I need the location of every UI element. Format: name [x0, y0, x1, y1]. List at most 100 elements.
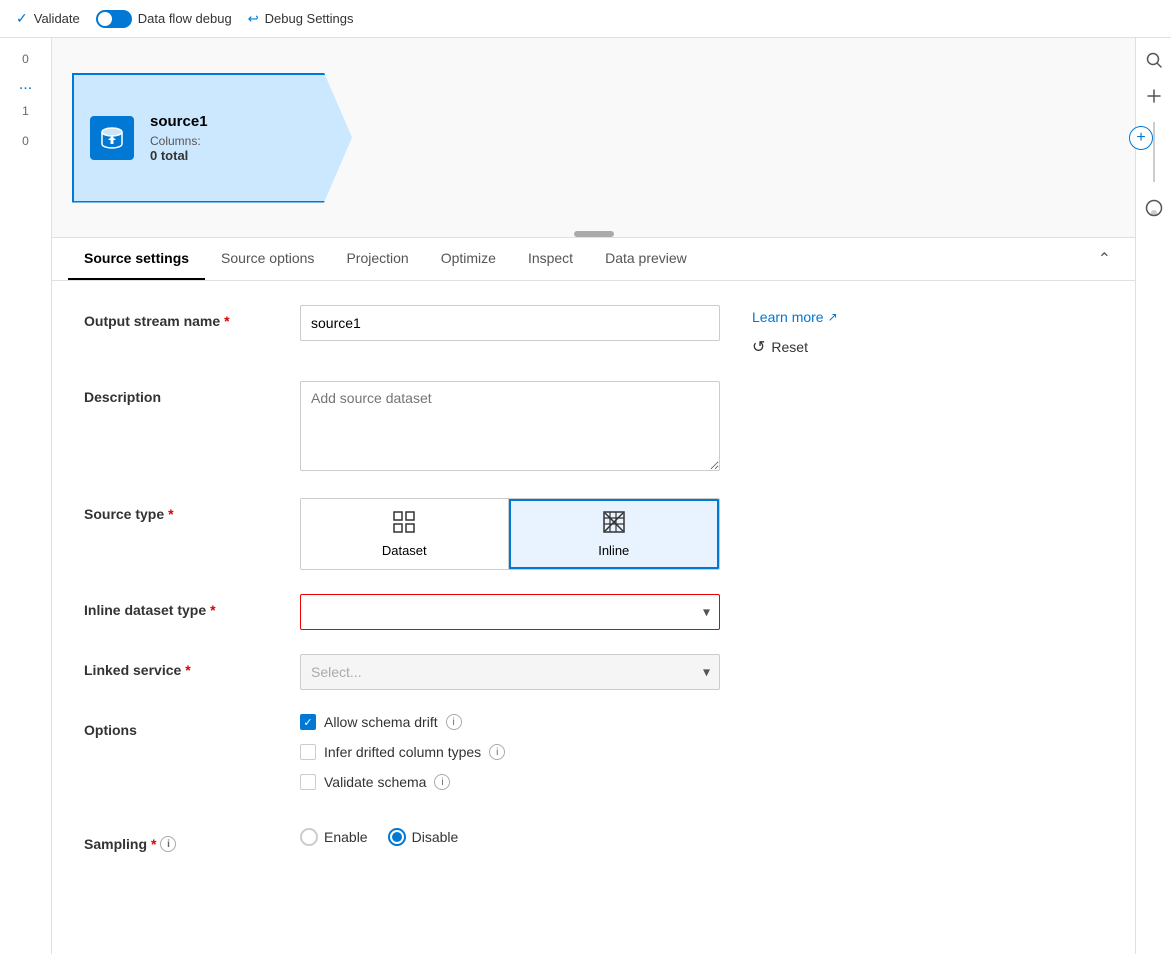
- disable-radio-row[interactable]: Disable: [388, 828, 459, 846]
- linked-service-wrapper: Select...: [300, 654, 720, 690]
- output-stream-input-area: [300, 305, 720, 341]
- allow-schema-drift-row: Allow schema drift i: [300, 714, 720, 730]
- tab-projection[interactable]: Projection: [330, 238, 424, 280]
- tab-optimize[interactable]: Optimize: [425, 238, 512, 280]
- output-stream-input[interactable]: [300, 305, 720, 341]
- source-node[interactable]: source1 Columns: 0 total +: [72, 73, 352, 203]
- validate-item[interactable]: ✓ Validate: [16, 10, 80, 27]
- enable-label: Enable: [324, 829, 368, 845]
- inline-btn[interactable]: Inline: [509, 499, 720, 569]
- disable-radio[interactable]: [388, 828, 406, 846]
- form-actions-top: Learn more ↗ ↺ Reset: [752, 305, 838, 357]
- allow-schema-drift-info-icon[interactable]: i: [446, 714, 462, 730]
- source-type-buttons: Dataset: [300, 498, 720, 570]
- node-shape: source1 Columns: 0 total: [72, 73, 352, 203]
- sidebar-dots[interactable]: ...: [19, 76, 32, 94]
- dataset-btn[interactable]: Dataset: [301, 499, 509, 569]
- options-label: Options: [84, 714, 284, 738]
- options-row: Options Allow schema drift i Infer drift…: [84, 714, 1103, 804]
- check-icon: ✓: [16, 10, 28, 27]
- source-type-label: Source type *: [84, 498, 284, 522]
- options-input-area: Allow schema drift i Infer drifted colum…: [300, 714, 720, 804]
- description-textarea[interactable]: [300, 381, 720, 471]
- required-star-4: *: [185, 662, 190, 678]
- sampling-input-area: Enable Disable: [300, 828, 720, 846]
- node-add-button[interactable]: +: [1129, 126, 1153, 150]
- collapse-chevron[interactable]: ⌃: [1090, 238, 1119, 280]
- linked-service-row: Linked service * Select...: [84, 654, 1103, 690]
- description-label: Description: [84, 381, 284, 405]
- right-panel: [1135, 38, 1171, 954]
- sampling-info-icon[interactable]: i: [160, 836, 176, 852]
- sampling-label: Sampling * i: [84, 828, 284, 852]
- description-input-area: [300, 381, 720, 474]
- debug-settings-item[interactable]: ↩ Debug Settings: [248, 11, 354, 27]
- infer-drifted-checkbox[interactable]: [300, 744, 316, 760]
- chevron-down-icon-btn[interactable]: [1140, 194, 1168, 222]
- flow-canvas: source1 Columns: 0 total +: [52, 38, 1135, 238]
- arrow-icon: ↩: [248, 11, 259, 27]
- reset-button[interactable]: ↺ Reset: [752, 337, 838, 357]
- sampling-radio-group: Enable Disable: [300, 828, 720, 846]
- right-panel-divider: [1153, 122, 1155, 182]
- collapse-bar[interactable]: [574, 231, 614, 237]
- inline-dataset-type-input-area: [300, 594, 720, 630]
- required-star-3: *: [210, 602, 215, 618]
- node-info: source1 Columns: 0 total: [150, 113, 336, 163]
- inline-dataset-type-select[interactable]: [300, 594, 720, 630]
- validate-label: Validate: [34, 11, 80, 26]
- tab-inspect[interactable]: Inspect: [512, 238, 589, 280]
- debug-settings-label: Debug Settings: [265, 11, 354, 26]
- node-icon: [90, 116, 134, 160]
- inline-dataset-type-wrapper: [300, 594, 720, 630]
- allow-schema-drift-label: Allow schema drift: [324, 714, 438, 730]
- sidebar-num-0b[interactable]: 0: [22, 128, 29, 154]
- sidebar-num-0[interactable]: 0: [22, 46, 29, 72]
- reset-icon: ↺: [752, 337, 765, 357]
- description-row: Description: [84, 381, 1103, 474]
- left-sidebar: 0 ... 1 0: [0, 38, 52, 954]
- source-type-row: Source type *: [84, 498, 1103, 570]
- search-icon-btn[interactable]: [1140, 46, 1168, 74]
- sidebar-num-1[interactable]: 1: [22, 98, 29, 124]
- inline-icon: [602, 510, 626, 537]
- form-body: Output stream name * Learn more ↗ ↺: [52, 281, 1135, 954]
- required-star-1: *: [224, 313, 229, 329]
- inline-dataset-type-row: Inline dataset type *: [84, 594, 1103, 630]
- sampling-row: Sampling * i Enable Disable: [84, 828, 1103, 852]
- debug-toggle[interactable]: [96, 10, 132, 28]
- linked-service-select[interactable]: Select...: [300, 654, 720, 690]
- dataset-grid-icon: [392, 510, 416, 537]
- output-stream-label: Output stream name *: [84, 305, 284, 329]
- output-stream-row: Output stream name * Learn more ↗ ↺: [84, 305, 1103, 357]
- tab-source-settings[interactable]: Source settings: [68, 238, 205, 280]
- source-type-input-area: Dataset: [300, 498, 720, 570]
- required-star-2: *: [168, 506, 173, 522]
- linked-service-input-area: Select...: [300, 654, 720, 690]
- infer-drifted-info-icon[interactable]: i: [489, 744, 505, 760]
- enable-radio[interactable]: [300, 828, 318, 846]
- enable-radio-row[interactable]: Enable: [300, 828, 368, 846]
- required-star-5: *: [151, 836, 156, 852]
- validate-schema-info-icon[interactable]: i: [434, 774, 450, 790]
- learn-more-link[interactable]: Learn more ↗: [752, 309, 838, 325]
- plus-icon-btn[interactable]: [1140, 82, 1168, 110]
- tabs-bar: Source settings Source options Projectio…: [52, 238, 1135, 281]
- validate-schema-row: Validate schema i: [300, 774, 720, 790]
- infer-drifted-label: Infer drifted column types: [324, 744, 481, 760]
- tab-data-preview[interactable]: Data preview: [589, 238, 703, 280]
- validate-schema-label: Validate schema: [324, 774, 426, 790]
- allow-schema-drift-checkbox[interactable]: [300, 714, 316, 730]
- infer-drifted-row: Infer drifted column types i: [300, 744, 720, 760]
- linked-service-label: Linked service *: [84, 654, 284, 678]
- canvas-area: source1 Columns: 0 total + Source settin…: [52, 38, 1135, 954]
- dataflow-debug-label: Data flow debug: [138, 11, 232, 26]
- inline-dataset-type-label: Inline dataset type *: [84, 594, 284, 618]
- node-columns-label: Columns:: [150, 134, 336, 148]
- validate-schema-checkbox[interactable]: [300, 774, 316, 790]
- tab-source-options[interactable]: Source options: [205, 238, 330, 280]
- disable-label: Disable: [412, 829, 459, 845]
- top-bar: ✓ Validate Data flow debug ↩ Debug Setti…: [0, 0, 1171, 38]
- dataflow-debug-item[interactable]: Data flow debug: [96, 10, 232, 28]
- main-container: 0 ... 1 0 source1: [0, 38, 1171, 954]
